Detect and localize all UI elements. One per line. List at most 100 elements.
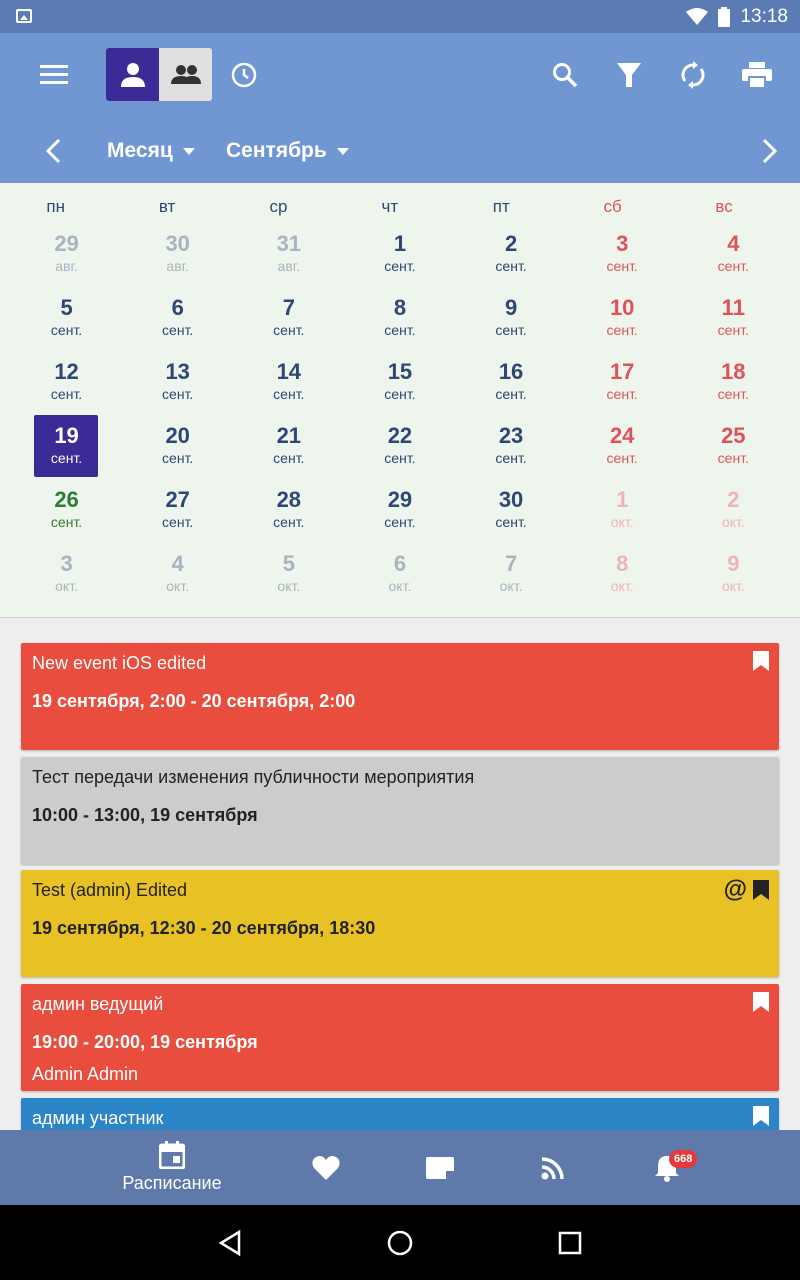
day-number: 27 bbox=[165, 487, 190, 512]
day-grid: 29 авг. 30 авг. 31 авг. 1 сент. 2 сент. 3 сент. 4 сен… bbox=[11, 221, 789, 605]
calendar-day[interactable]: 14 сент. bbox=[233, 349, 344, 413]
calendar-day[interactable]: 12 сент. bbox=[11, 349, 122, 413]
calendar-day[interactable]: 30 авг. bbox=[122, 221, 233, 285]
nav-schedule[interactable]: Расписание bbox=[112, 1130, 232, 1205]
calendar-day[interactable]: 29 авг. bbox=[11, 221, 122, 285]
calendar-day[interactable]: 26 сент. bbox=[11, 477, 122, 541]
day-month: сент. bbox=[717, 322, 749, 338]
back-button[interactable] bbox=[212, 1225, 248, 1261]
day-month: окт. bbox=[610, 514, 634, 530]
day-number: 18 bbox=[721, 359, 746, 384]
calendar-day[interactable]: 2 окт. bbox=[678, 477, 789, 541]
mention-icon: @ bbox=[723, 876, 747, 903]
view-toggle bbox=[106, 48, 212, 101]
heart-icon bbox=[312, 1155, 340, 1180]
printer-icon bbox=[742, 62, 772, 88]
calendar-day[interactable]: 28 сент. bbox=[233, 477, 344, 541]
calendar-day[interactable]: 1 окт. bbox=[567, 477, 678, 541]
day-month: сент. bbox=[606, 258, 638, 274]
view-mode-dropdown[interactable]: Месяц bbox=[107, 133, 195, 169]
calendar-day[interactable]: 21 сент. bbox=[233, 413, 344, 477]
calendar-day[interactable]: 3 окт. bbox=[11, 541, 122, 605]
menu-button[interactable] bbox=[30, 51, 78, 99]
home-button[interactable] bbox=[382, 1225, 418, 1261]
nav-notifications[interactable]: 668 bbox=[641, 1130, 698, 1205]
nav-favorites[interactable] bbox=[300, 1130, 352, 1205]
bottom-navigation: Расписание 668 bbox=[0, 1130, 800, 1205]
day-number: 30 bbox=[498, 487, 524, 512]
event-card[interactable]: Test (admin) Edited 19 сентября, 12:30 -… bbox=[21, 870, 779, 977]
day-month: авг. bbox=[55, 258, 78, 274]
calendar-day[interactable]: 6 окт. bbox=[344, 541, 455, 605]
calendar-day[interactable]: 31 авг. bbox=[233, 221, 344, 285]
day-month: окт. bbox=[388, 578, 412, 594]
calendar-day[interactable]: 6 сент. bbox=[122, 285, 233, 349]
calendar-day[interactable]: 4 сент. bbox=[678, 221, 789, 285]
calendar-day[interactable]: 27 сент. bbox=[122, 477, 233, 541]
calendar-day[interactable]: 17 сент. bbox=[567, 349, 678, 413]
day-month: окт. bbox=[166, 578, 190, 594]
day-month: сент. bbox=[384, 322, 416, 338]
next-month-button[interactable] bbox=[746, 127, 794, 175]
calendar-day[interactable]: 18 сент. bbox=[678, 349, 789, 413]
month-dropdown[interactable]: Сентябрь bbox=[226, 133, 349, 169]
calendar-day[interactable]: 13 сент. bbox=[122, 349, 233, 413]
weekday-label: пт bbox=[492, 197, 510, 216]
calendar-day[interactable]: 11 сент. bbox=[678, 285, 789, 349]
calendar-day[interactable]: 20 сент. bbox=[122, 413, 233, 477]
calendar-day[interactable]: 22 сент. bbox=[344, 413, 455, 477]
day-number: 3 bbox=[616, 231, 629, 256]
sync-button[interactable] bbox=[669, 51, 717, 99]
calendar-day[interactable]: 29 сент. bbox=[344, 477, 455, 541]
calendar-day[interactable]: 1 сент. bbox=[344, 221, 455, 285]
calendar-day[interactable]: 10 сент. bbox=[567, 285, 678, 349]
calendar-day[interactable]: 7 окт. bbox=[456, 541, 567, 605]
calendar-day[interactable]: 25 сент. bbox=[678, 413, 789, 477]
nav-feed[interactable] bbox=[527, 1130, 579, 1205]
calendar-day[interactable]: 30 сент. bbox=[456, 477, 567, 541]
history-button[interactable] bbox=[220, 51, 268, 99]
day-number: 20 bbox=[165, 423, 190, 448]
calendar-day[interactable]: 2 сент. bbox=[456, 221, 567, 285]
calendar-day[interactable]: 9 сент. bbox=[456, 285, 567, 349]
group-view-button[interactable] bbox=[159, 48, 212, 101]
clock: 13:18 bbox=[740, 5, 788, 27]
calendar-day[interactable]: 15 сент. bbox=[344, 349, 455, 413]
personal-view-button[interactable] bbox=[106, 48, 159, 101]
bookmark-icon bbox=[753, 992, 769, 1012]
month-calendar: пн вт ср чт пт сб вс 29 авг. 30 авг. 31 авг. 1… bbox=[0, 183, 800, 618]
filter-button[interactable] bbox=[605, 51, 653, 99]
event-title: Test (admin) Edited bbox=[32, 880, 188, 900]
day-number: 5 bbox=[60, 295, 73, 320]
calendar-day[interactable]: 5 окт. bbox=[233, 541, 344, 605]
event-card[interactable]: New event iOS edited 19 сентября, 2:00 -… bbox=[21, 643, 779, 750]
event-card[interactable]: Тест передачи изменения публичности меро… bbox=[21, 757, 779, 864]
day-month: сент. bbox=[495, 258, 527, 274]
day-month: сент. bbox=[50, 322, 83, 338]
event-card[interactable]: админ участник bbox=[21, 1098, 779, 1130]
calendar-day[interactable]: 4 окт. bbox=[122, 541, 233, 605]
day-number: 15 bbox=[387, 359, 413, 384]
day-number: 1 bbox=[616, 487, 629, 512]
calendar-day[interactable]: 7 сент. bbox=[233, 285, 344, 349]
calendar-day[interactable]: 9 окт. bbox=[678, 541, 789, 605]
day-number: 28 bbox=[276, 487, 302, 512]
recents-button[interactable] bbox=[552, 1225, 588, 1261]
calendar-day[interactable]: 8 окт. bbox=[567, 541, 678, 605]
system-navigation-bar bbox=[0, 1205, 800, 1280]
calendar-day[interactable]: 24 сент. bbox=[567, 413, 678, 477]
filter-icon bbox=[617, 63, 641, 87]
day-month: сент. bbox=[50, 450, 83, 466]
calendar-day[interactable]: 23 сент. bbox=[456, 413, 567, 477]
calendar-day[interactable]: 19 сент. bbox=[11, 413, 122, 477]
print-button[interactable] bbox=[733, 51, 781, 99]
prev-month-button[interactable] bbox=[29, 127, 77, 175]
calendar-day[interactable]: 3 сент. bbox=[567, 221, 678, 285]
day-month: окт. bbox=[721, 514, 745, 530]
calendar-day[interactable]: 5 сент. bbox=[11, 285, 122, 349]
event-card[interactable]: админ ведущий 19:00 - 20:00, 19 сентября… bbox=[21, 984, 779, 1091]
search-button[interactable] bbox=[541, 51, 589, 99]
calendar-day[interactable]: 16 сент. bbox=[456, 349, 567, 413]
calendar-day[interactable]: 8 сент. bbox=[344, 285, 455, 349]
nav-notes[interactable] bbox=[414, 1130, 466, 1205]
